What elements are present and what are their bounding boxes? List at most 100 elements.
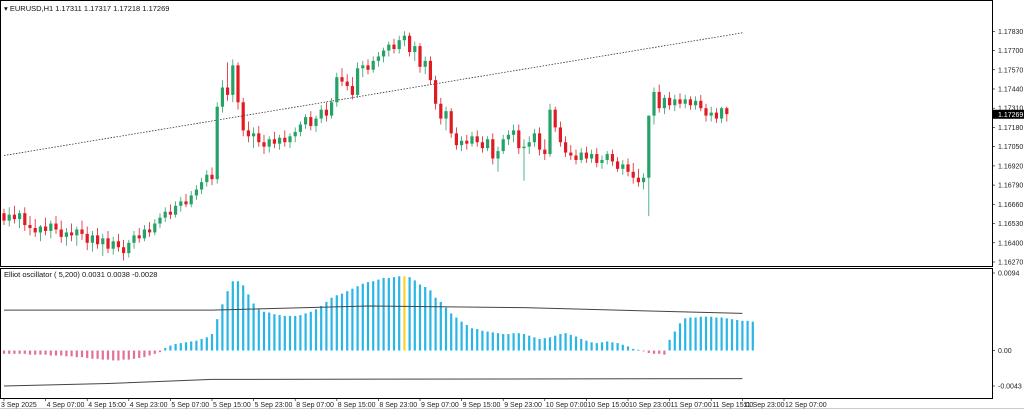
oscillator-bar [694, 317, 697, 351]
oscillator-bar [91, 350, 94, 359]
time-tick-label: 8 Sep 07:00 [296, 402, 334, 409]
price-tick-label: 1.17830 [998, 29, 1023, 36]
oscillator-bar [49, 350, 52, 356]
candle-body [683, 99, 687, 104]
oscillator-bar [179, 343, 182, 351]
oscillator-bar [746, 320, 749, 351]
candle-body [49, 223, 53, 231]
oscillator-bar [652, 350, 656, 354]
oscillator-bar [361, 283, 364, 351]
oscillator-bar [455, 317, 458, 351]
candle-body [184, 201, 188, 205]
candle-body [38, 226, 42, 233]
time-tick-label: 9 Sep 15:00 [463, 402, 501, 409]
candle-body [616, 161, 620, 169]
oscillator-bar [465, 324, 468, 351]
candle-body [231, 65, 235, 95]
oscillator-bar [75, 350, 78, 358]
candle-body [350, 86, 354, 95]
oscillator-bar [658, 350, 661, 354]
candle-body [85, 233, 89, 243]
oscillator-bar [434, 297, 437, 351]
oscillator-bar [283, 315, 286, 351]
candle-body [163, 211, 167, 218]
candle-body [413, 46, 417, 53]
time-tick-label: 11 Sep 07:00 [671, 402, 712, 409]
oscillator-bar [424, 287, 427, 351]
candle-body [44, 226, 48, 231]
candle-body [600, 159, 604, 163]
oscillator-bar [715, 317, 718, 351]
oscillator-bar [450, 313, 453, 351]
oscillator-bar [294, 315, 297, 351]
oscillator-bar [101, 350, 104, 360]
oscillator-bar [725, 318, 728, 351]
oscillator-bar [736, 320, 739, 351]
price-tick-label: 1.16270 [998, 260, 1023, 267]
oscillator-bar [512, 333, 515, 351]
candle-body [241, 102, 245, 131]
candle-body [158, 217, 162, 224]
candle [335, 72, 339, 107]
candle [215, 102, 219, 184]
oscillator-tick-label: -0.0043 [998, 384, 1022, 391]
oscillator-bar [366, 282, 370, 351]
candle-body [408, 35, 412, 53]
oscillator-bar [647, 350, 650, 354]
candle-body [428, 60, 432, 81]
time-tick-label: 9 Sep 23:00 [504, 402, 542, 409]
candle-body [335, 77, 339, 103]
oscillator-bar [44, 350, 47, 355]
candle [449, 108, 453, 138]
oscillator-bar [23, 350, 26, 354]
oscillator-axis: 0.0094 0.00 -0.0043 [992, 271, 1022, 391]
candle-body [673, 99, 677, 106]
oscillator-bar [304, 313, 307, 351]
candle-body [127, 242, 131, 254]
oscillator-tick-label: 0.0094 [998, 271, 1020, 278]
oscillator-bar [221, 304, 224, 351]
candle-body [75, 229, 79, 236]
oscillator-bar [65, 350, 68, 357]
candle-body [179, 201, 183, 206]
oscillator-bar [460, 321, 463, 351]
time-tick-label: 5 Sep 15:00 [213, 402, 251, 409]
oscillator-bar [257, 309, 260, 351]
oscillator-bar [611, 342, 614, 351]
oscillator-bar [720, 317, 723, 351]
oscillator-bar [2, 350, 6, 354]
oscillator-bar [559, 334, 562, 351]
candle-body [174, 205, 178, 215]
oscillator-bar [236, 281, 240, 351]
oscillator-bar [554, 335, 557, 351]
oscillator-bar [132, 350, 136, 359]
oscillator-bar [751, 321, 754, 351]
oscillator-bar [117, 350, 120, 361]
candle-body [54, 223, 58, 230]
oscillator-bar [205, 337, 208, 351]
candle-body [558, 127, 562, 143]
oscillator-bar [382, 277, 385, 351]
candle-body [652, 91, 656, 116]
candle-body [678, 99, 682, 104]
candle-body [18, 213, 22, 220]
candle-body [361, 65, 365, 69]
candle-body [23, 213, 27, 226]
price-tick-label: 1.17440 [998, 86, 1023, 93]
candle-body [319, 109, 323, 119]
price-tick-label: 1.17700 [998, 48, 1023, 55]
oscillator-bar [13, 350, 16, 354]
candle-body [720, 108, 724, 119]
candle-body [527, 142, 531, 147]
oscillator-bar [668, 339, 671, 351]
candle-body [267, 139, 271, 147]
candle-body [101, 238, 105, 245]
candle-body [309, 117, 313, 126]
candle-body [220, 87, 224, 107]
candle-body [579, 152, 583, 160]
candle-body [90, 235, 94, 243]
candle-body [205, 174, 209, 183]
oscillator-bar [346, 291, 349, 351]
candle-body [64, 232, 68, 237]
oscillator-bar [226, 291, 229, 351]
